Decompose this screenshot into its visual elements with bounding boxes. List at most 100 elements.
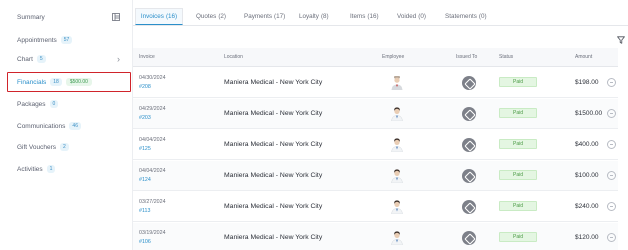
tab-label: Statements bbox=[445, 13, 477, 20]
tab-label: Items bbox=[350, 13, 366, 20]
issued-to-icon[interactable] bbox=[462, 107, 476, 121]
count-badge: 46 bbox=[69, 122, 81, 130]
sidebar-item-label: Chart bbox=[17, 55, 33, 63]
sidebar-item-label: Activities bbox=[17, 165, 43, 173]
header-location[interactable]: Location bbox=[224, 54, 243, 60]
chevron-right-icon[interactable]: › bbox=[117, 54, 120, 64]
tab-count: (0) bbox=[478, 13, 487, 20]
invoice-location: Maniera Medical - New York City bbox=[224, 203, 323, 210]
count-badge: 1 bbox=[46, 165, 56, 173]
invoice-location: Maniera Medical - New York City bbox=[224, 110, 323, 117]
sidebar-item-summary[interactable]: Summary bbox=[17, 14, 45, 21]
employee-avatar bbox=[391, 200, 403, 215]
sidebar-item-communications[interactable]: Communications 46 bbox=[17, 122, 81, 130]
table-row[interactable]: 03/27/2024 #113 Maniera Medical - New Yo… bbox=[133, 192, 618, 222]
issued-to-icon[interactable] bbox=[462, 200, 476, 214]
tab-items[interactable]: Items (16) bbox=[350, 8, 379, 25]
employee-avatar bbox=[391, 76, 403, 90]
table-row[interactable]: 03/19/2024 #106 Maniera Medical - New Yo… bbox=[133, 223, 618, 250]
sidebar-item-appointments[interactable]: Appointments 57 bbox=[17, 36, 73, 44]
status-badge: Paid bbox=[499, 77, 537, 87]
employee-avatar bbox=[391, 231, 403, 246]
invoice-number-link[interactable]: #208 bbox=[139, 84, 151, 90]
table-row[interactable]: 04/30/2024 #208 Maniera Medical - New Yo… bbox=[133, 68, 618, 98]
tab-count: (16) bbox=[367, 13, 379, 20]
table-row[interactable]: 04/04/2024 #124 Maniera Medical - New Yo… bbox=[133, 161, 618, 191]
table-row[interactable]: 04/29/2024 #203 Maniera Medical - New Yo… bbox=[133, 99, 618, 129]
status-badge: Paid bbox=[499, 108, 537, 118]
invoice-location: Maniera Medical - New York City bbox=[224, 79, 323, 86]
tab-payments[interactable]: Payments (17) bbox=[244, 8, 285, 25]
row-actions-icon[interactable] bbox=[607, 233, 616, 242]
employee-avatar bbox=[391, 169, 403, 184]
status-badge: Paid bbox=[499, 201, 537, 211]
sidebar-item-label: Packages bbox=[17, 100, 46, 108]
tab-count: (2) bbox=[218, 13, 227, 20]
sidebar-item-financials[interactable]: Financials 18 $500.00 bbox=[17, 78, 92, 86]
header-issued-to[interactable]: Issued To bbox=[456, 54, 477, 60]
table-row[interactable]: 04/04/2024 #125 Maniera Medical - New Yo… bbox=[133, 130, 618, 160]
sidebar-item-chart[interactable]: Chart 5 bbox=[17, 55, 46, 63]
financial-tabs: Invoices (16) Quotes (2) Payments (17) Loya… bbox=[133, 8, 628, 26]
sidebar: Summary Appointments 57 Chart 5 › Financ… bbox=[0, 0, 133, 250]
header-invoice[interactable]: Invoice bbox=[139, 54, 155, 60]
invoice-number-link[interactable]: #124 bbox=[139, 177, 151, 183]
sidebar-item-activities[interactable]: Activities 1 bbox=[17, 165, 56, 173]
invoice-location: Maniera Medical - New York City bbox=[224, 141, 323, 148]
tab-statements[interactable]: Statements (0) bbox=[445, 8, 487, 25]
count-badge: 57 bbox=[60, 36, 73, 44]
invoice-amount: $120.00 bbox=[575, 234, 599, 241]
status-badge: Paid bbox=[499, 170, 537, 180]
tab-label: Payments bbox=[244, 13, 272, 20]
invoice-location: Maniera Medical - New York City bbox=[224, 234, 323, 241]
filter-icon[interactable] bbox=[617, 31, 625, 44]
sidebar-item-label: Financials bbox=[17, 78, 47, 86]
tab-count: (8) bbox=[320, 13, 329, 20]
invoice-number-link[interactable]: #125 bbox=[139, 146, 151, 152]
header-employee[interactable]: Employee bbox=[382, 54, 404, 60]
invoice-number-link[interactable]: #203 bbox=[139, 115, 151, 121]
status-badge: Paid bbox=[499, 139, 537, 149]
tab-quotes[interactable]: Quotes (2) bbox=[196, 8, 226, 25]
invoice-number-link[interactable]: #113 bbox=[139, 208, 150, 214]
table-header: Invoice Location Employee Issued To Stat… bbox=[133, 48, 618, 67]
invoice-amount: $240.00 bbox=[575, 203, 599, 210]
invoice-date: 04/04/2024 bbox=[139, 168, 166, 174]
invoice-date: 04/04/2024 bbox=[139, 137, 166, 143]
row-actions-icon[interactable] bbox=[607, 171, 616, 180]
status-badge: Paid bbox=[499, 232, 537, 242]
invoice-amount: $1500.00 bbox=[575, 110, 603, 117]
row-actions-icon[interactable] bbox=[607, 202, 616, 211]
tab-voided[interactable]: Voided (0) bbox=[397, 8, 426, 25]
invoice-date: 03/27/2024 bbox=[139, 199, 166, 205]
tab-count: (16) bbox=[165, 13, 178, 20]
count-badge: 18 bbox=[50, 78, 62, 86]
row-actions-icon[interactable] bbox=[607, 109, 616, 118]
sidebar-item-packages[interactable]: Packages 0 bbox=[17, 100, 59, 108]
invoice-date: 04/29/2024 bbox=[139, 106, 166, 112]
invoice-amount: $198.00 bbox=[575, 79, 599, 86]
tab-label: Loyalty bbox=[299, 13, 319, 20]
employee-avatar bbox=[391, 107, 403, 122]
invoice-date: 04/30/2024 bbox=[139, 75, 166, 81]
invoice-location: Maniera Medical - New York City bbox=[224, 172, 323, 179]
sidebar-item-label: Communications bbox=[17, 122, 66, 130]
tab-invoices[interactable]: Invoices (16) bbox=[135, 8, 183, 25]
header-amount[interactable]: Amount bbox=[575, 54, 592, 60]
row-actions-icon[interactable] bbox=[607, 78, 616, 87]
invoice-number-link[interactable]: #106 bbox=[139, 239, 151, 245]
sidebar-item-label: Gift Vouchers bbox=[17, 143, 57, 151]
header-status[interactable]: Status bbox=[499, 54, 513, 60]
layout-icon[interactable] bbox=[112, 13, 120, 23]
tab-label: Quotes bbox=[196, 13, 217, 20]
row-actions-icon[interactable] bbox=[607, 140, 616, 149]
issued-to-icon[interactable] bbox=[462, 231, 476, 245]
issued-to-icon[interactable] bbox=[462, 169, 476, 183]
sidebar-item-gift-vouchers[interactable]: Gift Vouchers 2 bbox=[17, 143, 69, 151]
tab-loyalty[interactable]: Loyalty (8) bbox=[299, 8, 329, 25]
count-badge: 5 bbox=[36, 55, 46, 63]
count-badge: 0 bbox=[49, 100, 59, 108]
issued-to-icon[interactable] bbox=[462, 138, 476, 152]
issued-to-icon[interactable] bbox=[462, 76, 476, 90]
tab-label: Voided bbox=[397, 13, 417, 20]
